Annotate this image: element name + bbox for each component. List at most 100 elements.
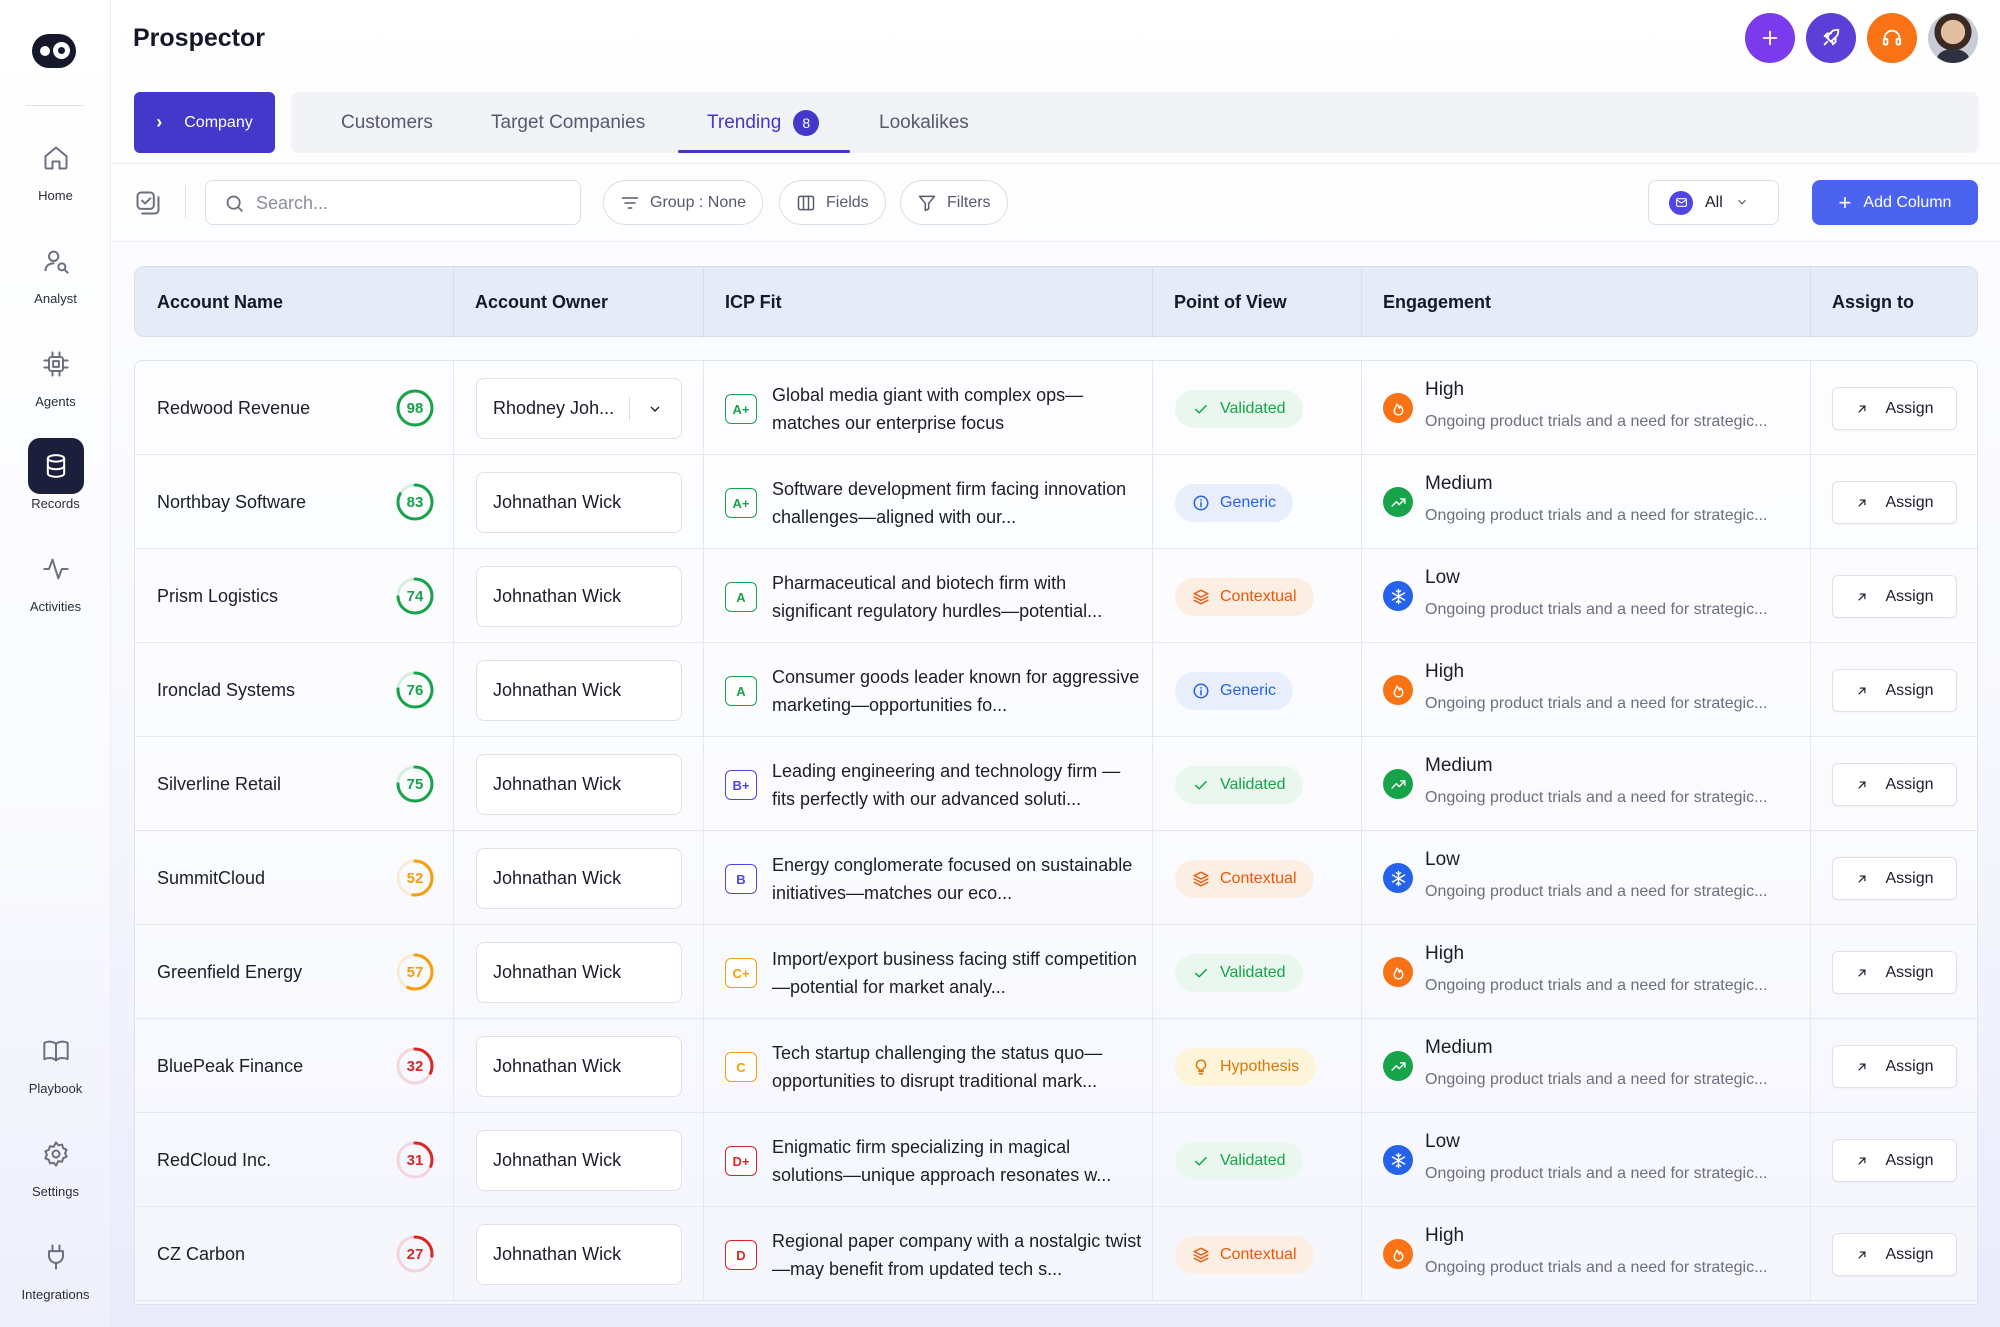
point-of-view-badge[interactable]: Contextual <box>1175 1236 1314 1274</box>
table-row[interactable]: CZ Carbon 27 Johnathan Wick D Regional paper… <box>135 1207 1979 1301</box>
column-divider <box>453 361 454 455</box>
point-of-view-badge[interactable]: Contextual <box>1175 578 1314 616</box>
sidebar-item-agents[interactable]: Agents <box>0 336 111 416</box>
account-owner-select[interactable]: Johnathan Wick <box>476 1036 682 1097</box>
account-name[interactable]: RedCloud Inc. <box>157 1113 271 1207</box>
column-header-icp-fit[interactable]: ICP Fit <box>703 267 782 338</box>
account-owner-select[interactable]: Johnathan Wick <box>476 848 682 909</box>
assign-button[interactable]: Assign <box>1832 669 1957 712</box>
assign-label: Assign <box>1885 493 1934 511</box>
account-owner-select[interactable]: Johnathan Wick <box>476 472 682 533</box>
icp-description: Regional paper company with a nostalgic … <box>772 1231 1142 1279</box>
tab-trending[interactable]: Trending 8 <box>707 92 820 153</box>
table-row[interactable]: SummitCloud 52 Johnathan Wick B Energy congl… <box>135 831 1979 925</box>
point-of-view-badge[interactable]: Validated <box>1175 1142 1303 1180</box>
column-header-account-owner[interactable]: Account Owner <box>453 267 608 338</box>
app-logo[interactable] <box>32 34 76 68</box>
check-icon <box>1195 1156 1207 1166</box>
column-divider <box>1152 831 1153 925</box>
account-owner-select[interactable]: Johnathan Wick <box>476 1130 682 1191</box>
add-button[interactable] <box>1745 13 1795 63</box>
inbox-filter-select[interactable]: All <box>1648 180 1779 225</box>
point-of-view-badge[interactable]: Generic <box>1175 484 1294 522</box>
group-button[interactable]: Group : None <box>603 180 764 225</box>
snowflake-icon <box>1383 581 1413 611</box>
account-owner-select[interactable]: Johnathan Wick <box>476 942 682 1003</box>
info-icon <box>1193 495 1209 511</box>
table-row[interactable]: Ironclad Systems 76 Johnathan Wick A Consume… <box>135 643 1979 737</box>
assign-button[interactable]: Assign <box>1832 763 1957 806</box>
table-row[interactable]: Redwood Revenue 98 Rhodney Joh... A+ Global … <box>135 361 1979 455</box>
assign-button[interactable]: Assign <box>1832 481 1957 524</box>
score-value: 32 <box>406 1057 424 1075</box>
user-avatar[interactable] <box>1928 13 1978 63</box>
point-of-view-badge[interactable]: Contextual <box>1175 860 1314 898</box>
account-name[interactable]: Ironclad Systems <box>157 643 295 737</box>
point-of-view-badge[interactable]: Validated <box>1175 390 1303 428</box>
company-button[interactable]: › Company <box>134 92 275 153</box>
tab-label: Target Companies <box>491 111 646 133</box>
account-name[interactable]: Redwood Revenue <box>157 361 310 455</box>
sidebar-item-analyst[interactable]: Analyst <box>0 233 111 313</box>
column-header-engagement[interactable]: Engagement <box>1361 267 1491 338</box>
table-row[interactable]: Prism Logistics 74 Johnathan Wick A Pharmace… <box>135 549 1979 643</box>
account-name[interactable]: SummitCloud <box>157 831 265 925</box>
plug-icon <box>28 1229 84 1285</box>
point-of-view-badge[interactable]: Validated <box>1175 766 1303 804</box>
tab-customers[interactable]: Customers <box>341 92 433 153</box>
support-button[interactable] <box>1867 13 1917 63</box>
assign-button[interactable]: Assign <box>1832 1045 1957 1088</box>
icp-description: Global media giant with complex ops—matc… <box>772 385 1084 433</box>
account-name[interactable]: BluePeak Finance <box>157 1019 303 1113</box>
launch-button[interactable] <box>1806 13 1856 63</box>
assign-button[interactable]: Assign <box>1832 1139 1957 1182</box>
point-of-view-badge[interactable]: Validated <box>1175 954 1303 992</box>
account-owner-select[interactable]: Rhodney Joh... <box>476 378 682 439</box>
table-row[interactable]: Silverline Retail 75 Johnathan Wick B+ Leadi… <box>135 737 1979 831</box>
account-owner-select[interactable]: Johnathan Wick <box>476 1224 682 1285</box>
point-of-view-badge[interactable]: Hypothesis <box>1175 1048 1317 1086</box>
account-owner-select[interactable]: Johnathan Wick <box>476 566 682 627</box>
score-ring: 98 <box>395 388 435 428</box>
column-divider <box>1810 831 1811 925</box>
icp-description: Energy conglomerate focused on sustainab… <box>772 855 1133 903</box>
column-header-assign-to[interactable]: Assign to <box>1810 267 1914 338</box>
assign-button[interactable]: Assign <box>1832 951 1957 994</box>
account-name[interactable]: CZ Carbon <box>157 1207 245 1301</box>
column-divider <box>703 549 704 643</box>
tab-lookalikes[interactable]: Lookalikes <box>879 92 969 153</box>
table-row[interactable]: BluePeak Finance 32 Johnathan Wick C Tech st… <box>135 1019 1979 1113</box>
table-row[interactable]: RedCloud Inc. 31 Johnathan Wick D+ Enigmatic… <box>135 1113 1979 1207</box>
filters-button[interactable]: Filters <box>900 180 1008 225</box>
assign-button[interactable]: Assign <box>1832 387 1957 430</box>
add-column-button[interactable]: + Add Column <box>1812 180 1978 225</box>
search-input[interactable] <box>256 189 566 217</box>
owner-name: Johnathan Wick <box>493 774 622 794</box>
column-header-point-of-view[interactable]: Point of View <box>1152 267 1287 338</box>
account-name[interactable]: Northbay Software <box>157 455 306 549</box>
assign-button[interactable]: Assign <box>1832 1233 1957 1276</box>
point-of-view-badge[interactable]: Generic <box>1175 672 1294 710</box>
sidebar-item-records[interactable]: Records <box>0 438 111 518</box>
account-name[interactable]: Silverline Retail <box>157 737 281 831</box>
engagement-description: Ongoing product trials and a need for st… <box>1425 789 1768 806</box>
select-all-icon[interactable] <box>134 189 162 217</box>
sidebar-item-integrations[interactable]: Integrations <box>0 1229 111 1309</box>
account-name[interactable]: Greenfield Energy <box>157 925 302 1019</box>
table-row[interactable]: Northbay Software 83 Johnathan Wick A+ Softw… <box>135 455 1979 549</box>
assign-button[interactable]: Assign <box>1832 857 1957 900</box>
column-header-account-name[interactable]: Account Name <box>135 267 283 338</box>
table-row[interactable]: Greenfield Energy 57 Johnathan Wick C+ Impor… <box>135 925 1979 1019</box>
sidebar-item-settings[interactable]: Settings <box>0 1126 111 1206</box>
sidebar-item-home[interactable]: Home <box>0 130 111 210</box>
select-value: All <box>1705 193 1723 211</box>
assign-button[interactable]: Assign <box>1832 575 1957 618</box>
sidebar-item-playbook[interactable]: Playbook <box>0 1023 111 1103</box>
sidebar-item-activities[interactable]: Activities <box>0 541 111 621</box>
tab-target-companies[interactable]: Target Companies <box>491 92 645 153</box>
account-owner-select[interactable]: Johnathan Wick <box>476 754 682 815</box>
account-owner-select[interactable]: Johnathan Wick <box>476 660 682 721</box>
account-name[interactable]: Prism Logistics <box>157 549 278 643</box>
assign-label: Assign <box>1885 1057 1934 1075</box>
fields-button[interactable]: Fields <box>779 180 886 225</box>
